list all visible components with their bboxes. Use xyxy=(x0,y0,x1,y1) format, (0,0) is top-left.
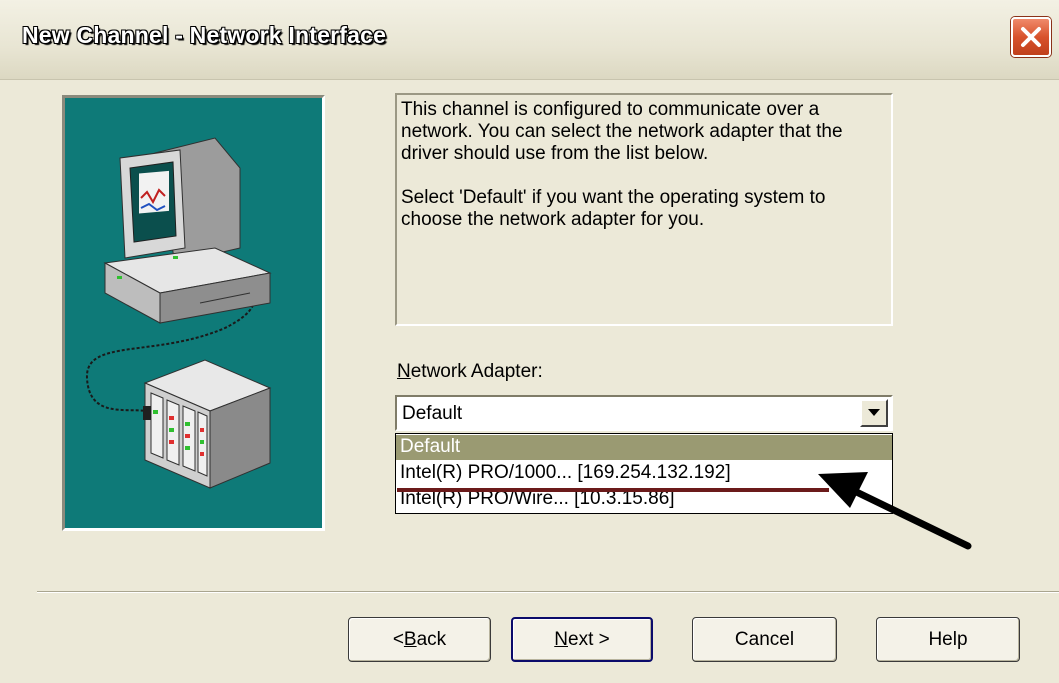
back-button-mnemonic: B xyxy=(403,628,417,650)
next-button[interactable]: Next > xyxy=(511,617,653,662)
description-paragraph-2: Select 'Default' if you want the operati… xyxy=(401,187,826,230)
network-adapter-label-mnemonic: N xyxy=(397,361,411,382)
cancel-button-label: Cancel xyxy=(734,628,795,650)
adapter-option-default[interactable]: Default xyxy=(396,435,892,460)
description-paragraph-1: This channel is configured to communicat… xyxy=(401,99,843,164)
cancel-button[interactable]: Cancel xyxy=(692,617,837,662)
wizard-illustration-panel xyxy=(62,95,325,531)
back-button[interactable]: < Back xyxy=(348,617,491,662)
back-button-prefix: < xyxy=(392,628,404,650)
arrow-pointer-annotation xyxy=(818,472,972,550)
description-box: This channel is configured to communicat… xyxy=(395,93,893,326)
network-adapter-combobox[interactable]: Default xyxy=(395,395,893,431)
help-button[interactable]: Help xyxy=(876,617,1020,662)
window-title: New Channel - Network Interface xyxy=(22,22,387,48)
computer-network-illustration xyxy=(85,137,272,489)
chevron-down-icon xyxy=(868,409,880,416)
footer-separator xyxy=(37,591,1059,593)
close-icon xyxy=(1021,27,1041,47)
network-adapter-label-text: etwork Adapter: xyxy=(410,361,543,382)
next-button-mnemonic: N xyxy=(554,628,568,650)
back-button-label: ack xyxy=(416,628,447,650)
help-button-label: Help xyxy=(928,628,968,650)
next-button-label: ext > xyxy=(568,628,610,650)
close-button[interactable] xyxy=(1011,17,1051,57)
network-adapter-label: Network Adapter: xyxy=(397,361,543,383)
title-bar[interactable]: New Channel - Network Interface xyxy=(0,0,1059,80)
network-adapter-selected-value: Default xyxy=(402,403,463,424)
annotation-underline xyxy=(397,488,829,492)
dialog-window: New Channel - Network Interface This cha… xyxy=(0,0,1059,683)
network-adapter-dropdown-button[interactable] xyxy=(860,399,888,427)
